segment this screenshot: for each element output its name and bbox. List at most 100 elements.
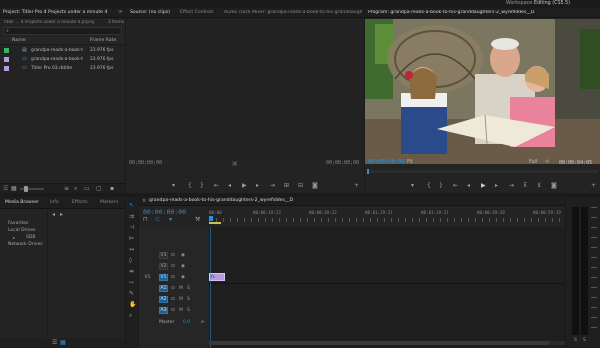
track-label[interactable]: A2 <box>159 296 168 303</box>
tree-drive[interactable]: SDB <box>26 235 35 240</box>
keyframe-nav-icon[interactable]: ⊳ <box>201 320 205 326</box>
play-icon[interactable]: ▶ <box>481 183 486 189</box>
master-value[interactable]: 0.0 <box>183 320 190 325</box>
new-item-icon[interactable]: ▢ <box>96 186 102 192</box>
list-item[interactable]: ▭ Titler Pro 03.rbtitle 23.976 fps <box>0 64 125 72</box>
marker-icon[interactable]: ▾ <box>411 183 414 189</box>
hand-tool-icon[interactable]: ✋ <box>129 302 136 308</box>
lock-icon[interactable]: ⊡ <box>171 297 175 303</box>
source-timecode-in[interactable]: 00;00;00;00 <box>129 160 162 166</box>
close-icon[interactable]: × <box>142 198 146 204</box>
lock-icon[interactable]: ⊡ <box>171 264 175 270</box>
go-to-in-icon[interactable]: ⇤ <box>453 183 458 189</box>
eye-icon[interactable]: ◉ <box>181 264 185 270</box>
solo-icon[interactable]: S <box>187 308 190 314</box>
quality-dropdown[interactable]: Full <box>529 160 537 165</box>
tab-program[interactable]: Program: grandpa-reads-a-book-to-his-gra… <box>368 10 598 15</box>
source-patch-v1[interactable]: V1 <box>143 274 152 281</box>
clear-icon[interactable]: ▪ <box>110 186 114 192</box>
ripple-edit-tool-icon[interactable]: ⊣ <box>129 225 134 231</box>
mute-icon[interactable]: M <box>179 286 183 292</box>
solo-icon[interactable]: S <box>583 338 586 344</box>
go-to-out-icon[interactable]: ⇥ <box>509 183 514 189</box>
workspace-dropdown[interactable]: Editing (CS5.5) <box>534 1 570 6</box>
eye-icon[interactable]: ◉ <box>181 253 185 259</box>
add-marker-icon[interactable]: ▾ <box>169 217 172 223</box>
zoom-slider[interactable] <box>20 186 44 192</box>
tab-sequence[interactable]: grandpa-reads-a-book-to-his-granddaughte… <box>149 198 293 203</box>
selection-tool-icon[interactable]: ↖ <box>129 203 134 209</box>
tab-info[interactable]: Info <box>50 200 59 205</box>
playhead-marker[interactable] <box>367 169 369 174</box>
track-label[interactable]: V1 <box>159 274 168 281</box>
step-forward-icon[interactable]: ▸ <box>256 183 259 189</box>
new-bin-icon[interactable]: ▭ <box>84 186 90 192</box>
settings-icon[interactable]: ⚙ <box>545 159 549 165</box>
list-view-icon[interactable]: ☰ <box>3 186 8 192</box>
linked-selection-icon[interactable]: ⊂ <box>155 217 160 223</box>
back-icon[interactable]: ◂ <box>52 212 55 218</box>
tab-effect-controls[interactable]: Effect Controls <box>180 10 214 15</box>
lift-icon[interactable]: ⊼ <box>523 183 527 189</box>
overwrite-icon[interactable]: ⊟ <box>298 183 303 189</box>
tab-effects[interactable]: Effects <box>72 200 88 205</box>
lock-icon[interactable]: ⊡ <box>171 275 175 281</box>
extract-icon[interactable]: ⊻ <box>537 183 541 189</box>
track-label[interactable]: V3 <box>159 252 168 259</box>
search-field[interactable]: ⌕ <box>3 27 122 35</box>
play-icon[interactable]: ▶ <box>242 183 247 189</box>
go-to-in-icon[interactable]: ⇤ <box>214 183 219 189</box>
tab-source[interactable]: Source: (no clips) <box>130 10 170 15</box>
lock-icon[interactable]: ⊡ <box>171 286 175 292</box>
lock-icon[interactable]: ⊡ <box>171 308 175 314</box>
timeline-timecode[interactable]: 00:00:00:00 <box>143 208 186 216</box>
track-label[interactable]: A3 <box>159 307 168 314</box>
slip-tool-icon[interactable]: ⇹ <box>129 269 134 275</box>
mute-icon[interactable]: M <box>179 297 183 303</box>
col-name[interactable]: Name <box>12 38 26 43</box>
rolling-edit-tool-icon[interactable]: ⊨ <box>129 236 134 242</box>
track-select-tool-icon[interactable]: ⇉ <box>129 214 134 220</box>
rate-stretch-tool-icon[interactable]: ↔ <box>129 247 134 253</box>
track-label[interactable]: A1 <box>159 285 168 292</box>
slide-tool-icon[interactable]: ⇿ <box>129 280 134 286</box>
mark-in-icon[interactable]: { <box>427 183 431 189</box>
list-view-icon[interactable]: ☰ <box>52 340 57 346</box>
solo-icon[interactable]: S <box>574 338 577 344</box>
tree-network-drives[interactable]: Network Drives <box>8 242 43 247</box>
lock-icon[interactable]: ⊡ <box>171 253 175 259</box>
tab-project[interactable]: Project: Titler Pro 4 Projects under a m… <box>3 10 107 15</box>
wrench-icon[interactable]: ⚒ <box>195 217 200 223</box>
tab-markers[interactable]: Markers <box>100 200 118 205</box>
step-back-icon[interactable]: ◂ <box>228 183 231 189</box>
list-item[interactable]: ▭ grandpa-reads-a-book-t 23.976 fps <box>0 55 125 63</box>
timeline-scrollbar[interactable] <box>209 341 565 345</box>
icon-view-icon[interactable]: ▦ <box>11 186 17 192</box>
snap-icon[interactable]: ⊓ <box>143 217 148 223</box>
col-frame-rate[interactable]: Frame Rate <box>90 38 116 43</box>
clip-title[interactable]: fx <box>209 273 225 281</box>
list-item[interactable]: ▤ grandpa-reads-a-book-t 23.976 fps <box>0 46 125 54</box>
zoom-dropdown[interactable]: Fit <box>407 160 413 165</box>
tree-local-drives[interactable]: Local Drives <box>8 228 35 233</box>
step-back-icon[interactable]: ◂ <box>467 183 470 189</box>
icon-view-icon[interactable]: ▦ <box>60 340 66 346</box>
program-timecode[interactable]: 00:00:00:00 <box>368 159 405 165</box>
zoom-slider-thumb[interactable] <box>24 186 28 192</box>
track-label[interactable]: V2 <box>159 263 168 270</box>
mark-in-icon[interactable]: { <box>188 183 192 189</box>
eye-icon[interactable]: ◉ <box>181 275 185 281</box>
mark-out-icon[interactable]: } <box>439 183 443 189</box>
playhead[interactable] <box>209 216 213 221</box>
solo-icon[interactable]: S <box>187 286 190 292</box>
pen-tool-icon[interactable]: ✎ <box>129 291 134 297</box>
forward-icon[interactable]: ▸ <box>60 212 63 218</box>
insert-icon[interactable]: ⊞ <box>284 183 289 189</box>
playhead-bar[interactable] <box>367 169 598 174</box>
zoom-tool-icon[interactable]: ⌕ <box>129 313 132 319</box>
find-icon[interactable]: ⌕ <box>74 186 77 192</box>
step-forward-icon[interactable]: ▸ <box>495 183 498 189</box>
tree-favorites[interactable]: Favorites <box>8 221 28 226</box>
add-button-icon[interactable]: + <box>591 183 596 189</box>
mute-icon[interactable]: M <box>179 308 183 314</box>
